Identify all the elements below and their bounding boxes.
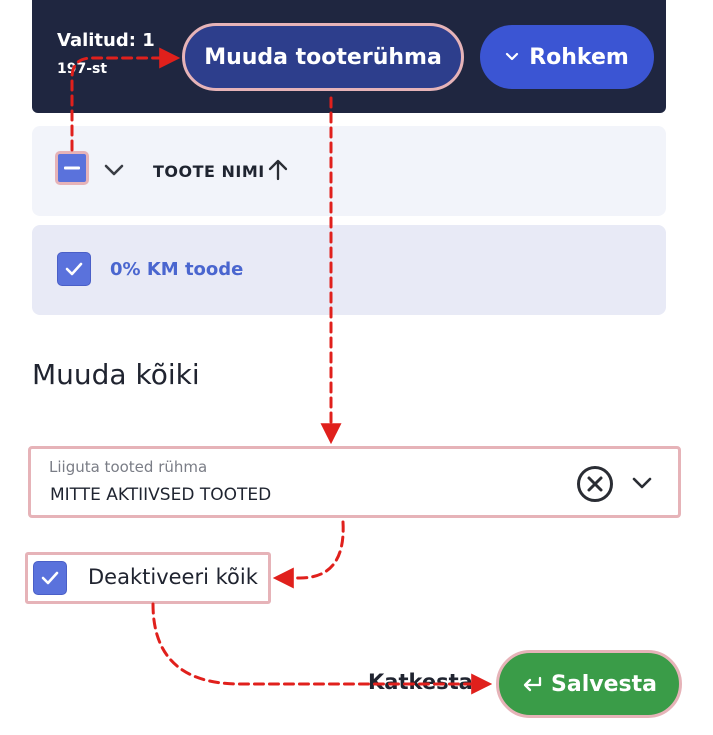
annotation-arrow: [272, 520, 345, 589]
more-label: Rohkem: [529, 44, 629, 70]
chevron-down-icon[interactable]: [631, 475, 653, 491]
clear-circle-icon[interactable]: [576, 465, 614, 503]
select-all-checkbox[interactable]: [55, 151, 89, 185]
table-header-row: [32, 126, 666, 216]
column-header-product-name[interactable]: TOOTE NIMI: [153, 162, 265, 181]
deactivate-all-checkbox[interactable]: [33, 561, 67, 595]
chevron-down-icon[interactable]: [103, 162, 125, 178]
sort-arrow-up-icon[interactable]: [267, 158, 289, 182]
change-product-group-button[interactable]: Muuda tooterühma: [182, 23, 464, 91]
more-button[interactable]: Rohkem: [480, 25, 654, 89]
save-label: Salvesta: [551, 671, 657, 697]
save-button[interactable]: Salvesta: [496, 650, 682, 718]
check-icon: [65, 262, 83, 276]
return-arrow-icon: [523, 676, 542, 692]
deactivate-all-label[interactable]: Deaktiveeri kõik: [88, 565, 258, 589]
selected-count: 197-st: [57, 61, 108, 77]
row-checkbox[interactable]: [57, 252, 91, 286]
selected-label: Valitud: 1: [57, 30, 155, 51]
product-group-select-label: Liiguta tooted rühma: [49, 458, 208, 476]
minus-icon: [64, 166, 80, 170]
change-product-group-label: Muuda tooterühma: [204, 44, 442, 70]
edit-all-title: Muuda kõiki: [32, 358, 200, 391]
product-group-select-value[interactable]: MITTE AKTIIVSED TOOTED: [50, 485, 271, 505]
chevron-down-icon: [506, 52, 519, 61]
check-icon: [41, 571, 59, 585]
product-name-link[interactable]: 0% KM toode: [110, 259, 243, 280]
cancel-button[interactable]: Katkesta: [368, 670, 473, 694]
